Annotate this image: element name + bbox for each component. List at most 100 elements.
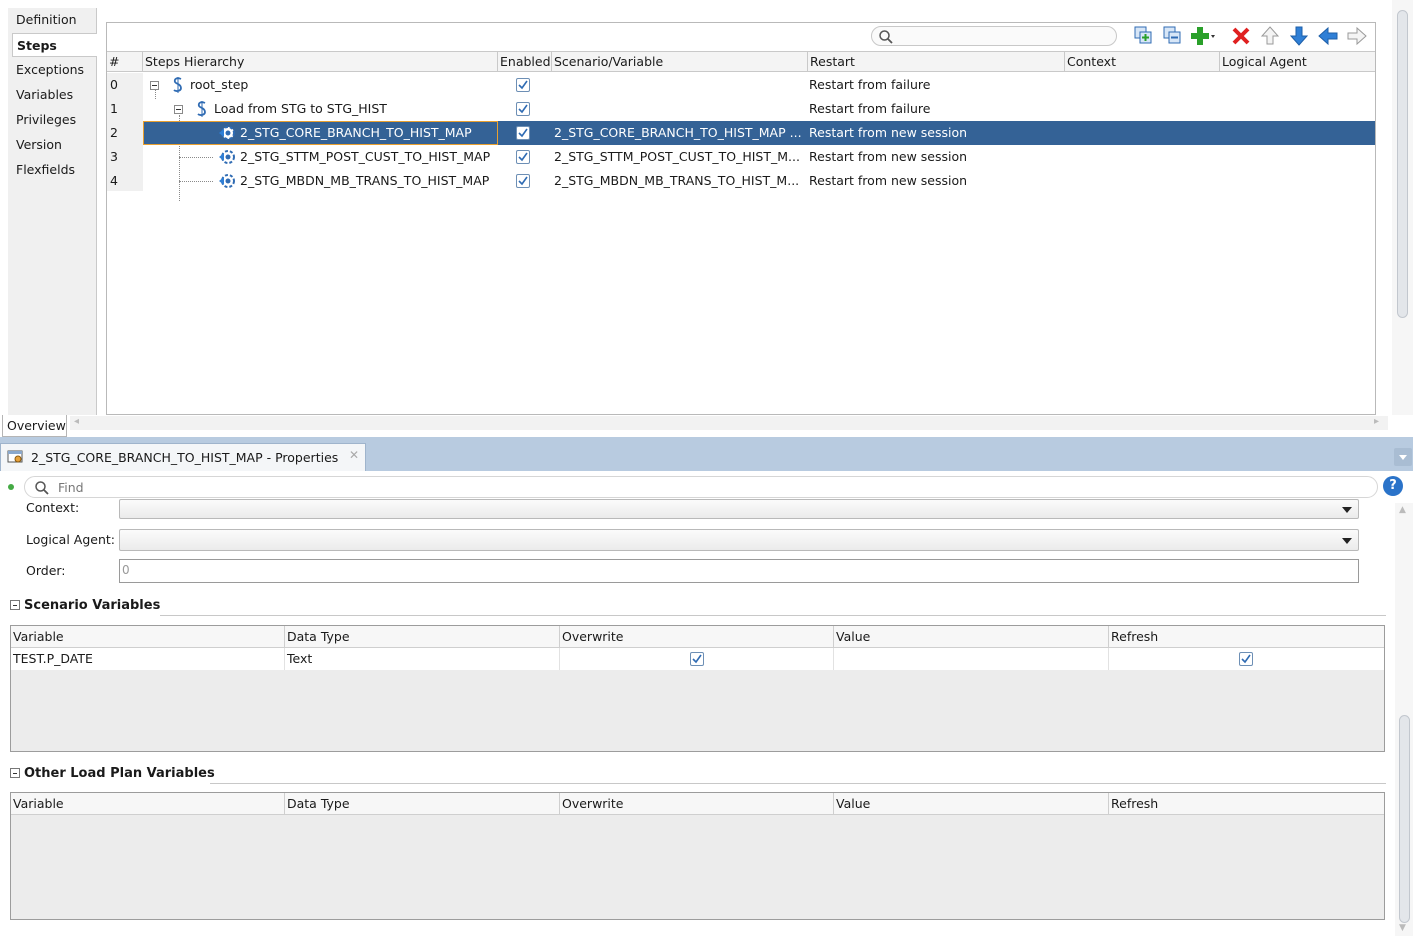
enabled-checkbox[interactable] [516, 126, 530, 140]
scenario-variable: 2_STG_STTM_POST_CUST_TO_HIST_M... [554, 149, 800, 164]
step-row-mbdn[interactable]: 2_STG_MBDN_MB_TRANS_TO_HIST_MAP 2_STG_MB… [143, 169, 1375, 193]
col-header-refresh[interactable]: Refresh [1109, 626, 1384, 648]
enabled-checkbox[interactable] [516, 174, 530, 188]
value-cell[interactable] [834, 648, 1109, 670]
add-icon[interactable] [1189, 24, 1215, 48]
tab-flexfields[interactable]: Flexfields [8, 158, 96, 182]
refresh-checkbox[interactable] [1239, 652, 1253, 666]
col-header-value[interactable]: Value [834, 793, 1109, 815]
editor-horizontal-scrollbar[interactable]: ◂ ▸ [70, 416, 1388, 430]
close-icon[interactable]: ✕ [349, 448, 359, 462]
row-number: 3 [110, 149, 118, 164]
scroll-left-icon[interactable]: ◂ [74, 416, 79, 427]
tab-version[interactable]: Version [8, 133, 96, 157]
chevron-down-icon [1342, 538, 1352, 544]
section-title: Scenario Variables [24, 598, 161, 613]
table-header: Variable Data Type Overwrite Value Refre… [11, 793, 1384, 815]
move-left-icon[interactable] [1316, 24, 1340, 48]
col-header-refresh[interactable]: Refresh [1109, 793, 1384, 815]
step-row-core-branch[interactable]: 2_STG_CORE_BRANCH_TO_HIST_MAP 2_STG_CORE… [143, 121, 1375, 145]
step-row-load[interactable]: Load from STG to STG_HIST Restart from f… [143, 97, 1375, 121]
remove-step-icon[interactable] [1161, 24, 1185, 48]
restart-value[interactable]: Restart from new session [809, 145, 1059, 169]
scenario-variable [554, 73, 806, 97]
add-step-icon[interactable] [1132, 24, 1156, 48]
tab-privileges[interactable]: Privileges [8, 108, 96, 132]
collapse-icon[interactable] [10, 600, 20, 610]
find-input[interactable]: Find [24, 476, 1378, 498]
section-title: Other Load Plan Variables [24, 766, 215, 781]
scroll-down-icon[interactable]: ▼ [1399, 923, 1406, 933]
col-header-restart[interactable]: Restart [808, 52, 1065, 72]
scenario-variables-section[interactable]: Scenario Variables [10, 598, 160, 613]
step-row-sttm-post[interactable]: 2_STG_STTM_POST_CUST_TO_HIST_MAP 2_STG_S… [143, 145, 1375, 169]
col-header-data-type[interactable]: Data Type [285, 793, 560, 815]
help-icon[interactable]: ? [1383, 476, 1403, 496]
col-header-overwrite[interactable]: Overwrite [560, 793, 834, 815]
divider [160, 615, 1386, 616]
search-icon [35, 481, 49, 495]
properties-tab-title: 2_STG_CORE_BRANCH_TO_HIST_MAP - Properti… [31, 450, 339, 465]
steps-grid-header: # Steps Hierarchy Enabled Scenario/Varia… [107, 51, 1375, 72]
step-name: Load from STG to STG_HIST [214, 101, 387, 116]
other-variables-section[interactable]: Other Load Plan Variables [10, 766, 215, 781]
logical-agent-select[interactable] [119, 529, 1359, 551]
col-header-variable[interactable]: Variable [11, 626, 285, 648]
col-header-logical-agent[interactable]: Logical Agent [1220, 52, 1375, 72]
col-header-num[interactable]: # [107, 52, 143, 72]
restart-value[interactable]: Restart from new session [809, 121, 1059, 145]
collapse-toggle[interactable] [174, 105, 183, 114]
enabled-checkbox[interactable] [516, 78, 530, 92]
collapse-icon[interactable] [10, 768, 20, 778]
properties-tabbar: 2_STG_CORE_BRANCH_TO_HIST_MAP - Properti… [0, 437, 1413, 471]
search-icon [879, 30, 893, 44]
enabled-checkbox[interactable] [516, 150, 530, 164]
overwrite-checkbox[interactable] [690, 652, 704, 666]
step-name: 2_STG_MBDN_MB_TRANS_TO_HIST_MAP [240, 173, 490, 188]
tab-definition[interactable]: Definition [8, 8, 96, 32]
scrollbar-thumb[interactable] [1397, 10, 1408, 318]
restart-value[interactable]: Restart from failure [809, 97, 1059, 121]
scrollbar-thumb[interactable] [1399, 715, 1410, 923]
scroll-up-icon[interactable]: ▲ [1399, 505, 1406, 515]
context-select[interactable] [119, 499, 1359, 519]
properties-tab[interactable]: 2_STG_CORE_BRANCH_TO_HIST_MAP - Properti… [0, 443, 366, 471]
col-header-context[interactable]: Context [1065, 52, 1220, 72]
restart-value[interactable]: Restart from new session [809, 169, 1059, 193]
move-down-icon[interactable] [1287, 24, 1311, 48]
step-name: 2_STG_CORE_BRANCH_TO_HIST_MAP [240, 125, 472, 140]
row-number: 1 [110, 101, 118, 116]
properties-vertical-scrollbar[interactable]: ▲ ▼ [1395, 503, 1413, 936]
col-header-value[interactable]: Value [834, 626, 1109, 648]
editor-vertical-scrollbar[interactable] [1392, 0, 1413, 415]
minimize-panel-icon[interactable] [1394, 448, 1412, 466]
serial-step-icon [195, 100, 209, 121]
collapse-toggle[interactable] [150, 81, 159, 90]
col-header-scenario-variable[interactable]: Scenario/Variable [552, 52, 808, 72]
restart-value[interactable]: Restart from failure [809, 73, 1059, 97]
tab-steps[interactable]: Steps [12, 33, 97, 57]
move-up-icon[interactable] [1258, 24, 1282, 48]
col-header-overwrite[interactable]: Overwrite [560, 626, 834, 648]
tab-variables[interactable]: Variables [8, 83, 96, 107]
editor-side-tabs: Definition Steps Exceptions Variables Pr… [8, 8, 97, 415]
col-header-variable[interactable]: Variable [11, 793, 285, 815]
step-row-root[interactable]: root_step Restart from failure [143, 73, 1375, 97]
tab-overview[interactable]: Overview [2, 415, 67, 437]
chevron-down-icon [1342, 507, 1352, 513]
move-right-icon[interactable] [1345, 24, 1369, 48]
properties-icon [7, 449, 25, 468]
status-dot-icon [8, 484, 14, 490]
steps-search-input[interactable] [871, 26, 1117, 46]
step-name: root_step [190, 77, 249, 92]
tab-exceptions[interactable]: Exceptions [8, 58, 96, 82]
delete-icon[interactable] [1229, 24, 1253, 48]
scroll-right-icon[interactable]: ▸ [1374, 416, 1379, 427]
table-row[interactable]: TEST.P_DATE Text [11, 648, 1384, 670]
order-input[interactable]: 0 [119, 559, 1359, 583]
enabled-checkbox[interactable] [516, 102, 530, 116]
col-header-enabled[interactable]: Enabled [498, 52, 552, 72]
scenario-variable: 2_STG_MBDN_MB_TRANS_TO_HIST_M... [554, 173, 800, 188]
col-header-data-type[interactable]: Data Type [285, 626, 560, 648]
col-header-steps-hierarchy[interactable]: Steps Hierarchy [143, 52, 498, 72]
